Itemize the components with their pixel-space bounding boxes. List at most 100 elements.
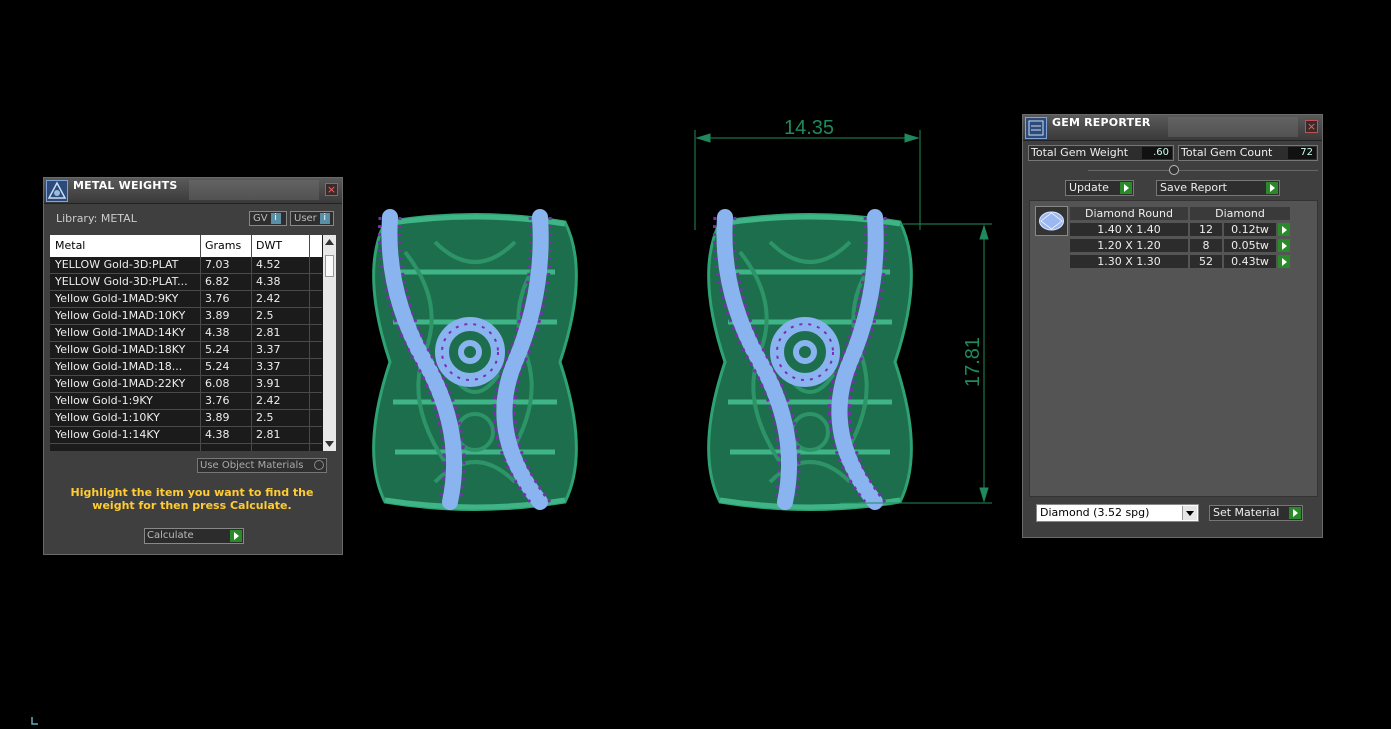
table-row[interactable]: YELLOW Gold-3D:PLAT... 6.82 4.38 xyxy=(50,274,322,291)
save-report-button[interactable]: Save Report xyxy=(1156,180,1280,196)
axis-indicator-icon xyxy=(30,716,40,729)
material-select[interactable]: Diamond (3.52 spg) xyxy=(1036,504,1199,522)
gem-cell-count: 8 xyxy=(1189,238,1223,253)
play-arrow-icon xyxy=(230,530,242,542)
cell-dwt: 2.5 xyxy=(256,411,274,424)
close-icon[interactable]: × xyxy=(1305,120,1318,133)
metal-weights-title: METAL WEIGHTS xyxy=(73,179,178,192)
gem-cell-count: 52 xyxy=(1189,254,1223,269)
user-toggle[interactable]: User i xyxy=(290,211,334,226)
gem-reporter-title: GEM REPORTER xyxy=(1052,116,1151,129)
set-material-label: Set Material xyxy=(1213,506,1280,519)
calculate-button[interactable]: Calculate xyxy=(144,528,244,544)
round-diamond-icon[interactable] xyxy=(1035,206,1068,236)
table-row[interactable]: Yellow Gold-1:14KY 4.38 2.81 xyxy=(50,427,322,444)
cell-dwt: 2.5 xyxy=(256,309,274,322)
width-dimension-label: 14.35 xyxy=(784,117,834,139)
gem-report-area: Diamond Round Diamond 1.40 X 1.40 12 0.12t… xyxy=(1029,200,1318,497)
cell-grams: 5.24 xyxy=(205,360,230,373)
update-label: Update xyxy=(1069,181,1109,194)
info-icon: i xyxy=(270,212,281,224)
cell-metal: Yellow Gold-1:14KY xyxy=(55,428,160,441)
table-row[interactable]: YELLOW Gold-3D:PLAT 7.03 4.52 xyxy=(50,257,322,274)
column-header-dwt[interactable]: DWT xyxy=(256,239,282,252)
cell-metal: YELLOW Gold-3D:PLAT... xyxy=(55,275,188,288)
gem-cell-weight: 0.43tw xyxy=(1223,254,1277,269)
cell-metal: YELLOW Gold-3D:PLAT xyxy=(55,258,179,271)
gem-reporter-icon xyxy=(1025,117,1047,139)
column-header-grams[interactable]: Grams xyxy=(205,239,241,252)
total-gem-weight-value: .60 xyxy=(1142,147,1172,159)
close-icon[interactable]: × xyxy=(325,183,338,196)
collapse-handle-icon[interactable] xyxy=(1169,165,1179,175)
cell-dwt: 3.37 xyxy=(256,343,281,356)
metal-table[interactable]: Metal Grams DWT YELLOW Gold-3D:PLAT 7.03 4… xyxy=(50,235,336,451)
cell-grams: 6.82 xyxy=(205,275,230,288)
total-gem-count-value: 72 xyxy=(1288,147,1316,159)
cell-metal: Yellow Gold-1MAD:9KY xyxy=(55,292,179,305)
set-material-button[interactable]: Set Material xyxy=(1209,505,1303,521)
total-gem-weight-field: Total Gem Weight .60 xyxy=(1028,145,1174,161)
metal-table-scrollbar[interactable] xyxy=(323,235,336,451)
table-row[interactable]: Yellow Gold-1MAD:10KY 3.89 2.5 xyxy=(50,308,322,325)
play-arrow-icon xyxy=(1120,182,1132,194)
cell-dwt: 2.42 xyxy=(256,394,281,407)
cell-metal: Yellow Gold-1MAD:18KY xyxy=(55,343,186,356)
cell-metal: Yellow Gold-1MAD:18... xyxy=(55,360,183,373)
chevron-down-icon[interactable] xyxy=(1182,506,1197,520)
user-label: User xyxy=(294,213,317,224)
gem-cell-weight: 0.12tw xyxy=(1223,222,1277,237)
cell-grams: 3.76 xyxy=(205,292,230,305)
update-button[interactable]: Update xyxy=(1065,180,1134,196)
info-icon: i xyxy=(319,212,330,224)
calculate-label: Calculate xyxy=(147,530,194,541)
gem-cell-weight: 0.05tw xyxy=(1223,238,1277,253)
radio-icon xyxy=(314,460,324,470)
cell-metal: Yellow Gold-1MAD:10KY xyxy=(55,309,186,322)
cell-grams: 3.89 xyxy=(205,309,230,322)
gem-table-header-type: Diamond xyxy=(1189,206,1291,221)
cell-grams: 6.08 xyxy=(205,377,230,390)
gv-toggle[interactable]: GV i xyxy=(249,211,287,226)
table-row[interactable]: Yellow Gold-1MAD:18... 5.24 3.37 xyxy=(50,359,322,376)
select-gem-row-button[interactable] xyxy=(1277,222,1291,237)
material-select-value: Diamond (3.52 spg) xyxy=(1040,506,1150,519)
table-row[interactable]: Yellow Gold-1MAD:9KY 3.76 2.42 xyxy=(50,291,322,308)
titlebar-grip xyxy=(1168,117,1298,137)
cell-metal: Yellow Gold-1:10KY xyxy=(55,411,160,424)
instruction-text: Highlight the item you want to find the … xyxy=(70,486,314,512)
use-object-materials-toggle[interactable]: Use Object Materials xyxy=(197,458,327,473)
use-object-materials-label: Use Object Materials xyxy=(200,460,304,471)
cell-dwt: 3.91 xyxy=(256,377,281,390)
library-label: Library: METAL xyxy=(56,212,137,225)
cell-grams: 3.76 xyxy=(205,394,230,407)
gem-table-header-shape: Diamond Round xyxy=(1069,206,1189,221)
table-row[interactable]: Yellow Gold-1:10KY 3.89 2.5 xyxy=(50,410,322,427)
total-gem-count-field: Total Gem Count 72 xyxy=(1178,145,1318,161)
select-gem-row-button[interactable] xyxy=(1277,238,1291,253)
ring-render-right xyxy=(709,215,912,510)
select-gem-row-button[interactable] xyxy=(1277,254,1291,269)
metal-weights-icon xyxy=(46,180,68,202)
gem-cell-size: 1.20 X 1.20 xyxy=(1069,238,1189,253)
column-header-metal[interactable]: Metal xyxy=(55,239,85,252)
gem-cell-size: 1.30 X 1.30 xyxy=(1069,254,1189,269)
total-gem-count-label: Total Gem Count xyxy=(1181,146,1273,159)
cell-grams: 4.38 xyxy=(205,428,230,441)
ring-render-left xyxy=(374,215,577,510)
metal-table-header: Metal Grams DWT xyxy=(50,235,322,257)
table-row[interactable]: Yellow Gold-1MAD:22KY 6.08 3.91 xyxy=(50,376,322,393)
gem-reporter-titlebar[interactable]: GEM REPORTER × xyxy=(1023,115,1322,141)
cell-grams: 3.89 xyxy=(205,411,230,424)
titlebar-grip xyxy=(189,180,319,200)
cell-dwt: 2.81 xyxy=(256,326,281,339)
table-row[interactable]: Yellow Gold-1:9KY 3.76 2.42 xyxy=(50,393,322,410)
table-row[interactable]: Yellow Gold-1MAD:18KY 5.24 3.37 xyxy=(50,342,322,359)
gem-cell-count: 12 xyxy=(1189,222,1223,237)
table-row[interactable]: Yellow Gold-1MAD:14KY 4.38 2.81 xyxy=(50,325,322,342)
metal-weights-titlebar[interactable]: METAL WEIGHTS × xyxy=(44,178,342,204)
cell-dwt: 4.52 xyxy=(256,258,281,271)
scrollbar-thumb[interactable] xyxy=(325,255,334,277)
save-report-label: Save Report xyxy=(1160,181,1227,194)
cell-metal: Yellow Gold-1MAD:14KY xyxy=(55,326,186,339)
